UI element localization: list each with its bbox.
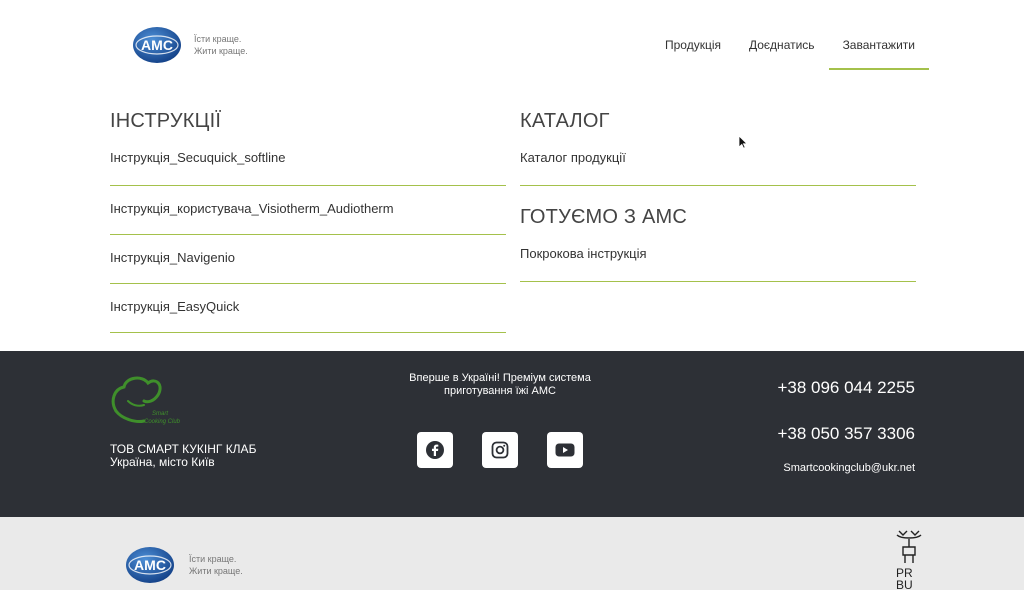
smart-cooking-club-logo[interactable]: Smart Cooking Club — [108, 371, 192, 431]
tagline-line2: Жити краще. — [194, 46, 248, 56]
amc-logo[interactable]: AMC Їсти краще. Жити краще. — [132, 26, 248, 64]
phone-1[interactable]: +38 096 044 2255 — [777, 378, 915, 398]
site-footer: Smart Cooking Club ТОВ СМАРТ КУКІНГ КЛАБ… — [0, 351, 1024, 517]
slogan-line2: приготування їжі АМС — [444, 385, 556, 397]
doc-link-visiotherm[interactable]: Інструкція_користувача_Visiotherm_Audiot… — [110, 186, 506, 235]
main-nav: Продукція Доєднатись Завантажити — [637, 38, 930, 70]
nav-products[interactable]: Продукція — [665, 38, 721, 52]
tagline-line1: Їсти краще. — [194, 34, 242, 44]
doc-link-catalog[interactable]: Каталог продукції — [520, 136, 916, 186]
instructions-section: ІНСТРУКЦІЇ Інструкція_Secuquick_softline… — [110, 106, 506, 333]
facebook-button[interactable] — [417, 432, 453, 468]
catalog-section: КАТАЛОГ Каталог продукції ГОТУЄМО З АМС … — [520, 106, 916, 282]
bottom-amc-logo[interactable]: AMC Їсти краще. Жити краще. — [125, 546, 243, 584]
tagline: Їсти краще. Жити краще. — [194, 33, 248, 57]
cooking-section: ГОТУЄМО З АМС Покрокова інструкція — [520, 202, 916, 282]
prbu-logo[interactable]: PR BU — [893, 525, 925, 590]
company-location: Україна, місто Київ — [110, 455, 215, 469]
bottom-tagline-line2: Жити краще. — [189, 566, 243, 576]
instagram-icon — [491, 441, 509, 459]
email-link[interactable]: Smartcookingclub@ukr.net — [783, 462, 915, 474]
amc-logo-text: AMC — [141, 37, 173, 53]
doc-link-navigenio[interactable]: Інструкція_Navigenio — [110, 235, 506, 284]
doc-link-easyquick[interactable]: Інструкція_EasyQuick — [110, 284, 506, 333]
site-header: AMC Їсти краще. Жити краще. Продукція До… — [0, 0, 1024, 90]
phone-2[interactable]: +38 050 357 3306 — [777, 424, 915, 444]
instructions-title: ІНСТРУКЦІЇ — [110, 110, 222, 132]
nav-downloads[interactable]: Завантажити — [828, 38, 930, 70]
bottom-tagline-line1: Їсти краще. — [189, 554, 237, 564]
youtube-icon — [555, 443, 575, 457]
bottom-tagline: Їсти краще. Жити краще. — [189, 553, 243, 577]
amc-logo-icon: AMC — [133, 27, 181, 63]
doc-link-step-by-step[interactable]: Покрокова інструкція — [520, 232, 916, 282]
social-links — [417, 432, 612, 468]
bottom-bar: AMC Їсти краще. Жити краще. PR BU — [0, 517, 1024, 590]
facebook-icon — [426, 441, 444, 459]
catalog-title: КАТАЛОГ — [520, 110, 610, 132]
club-logo-text-2: Cooking Club — [144, 419, 181, 425]
slogan-line1: Вперше в Україні! Преміум система — [409, 372, 591, 384]
footer-slogan: Вперше в Україні! Преміум система пригот… — [380, 372, 620, 398]
bottom-logo-text: AMC — [134, 557, 166, 573]
amc-logo-icon: AMC — [126, 547, 174, 583]
cooking-title: ГОТУЄМО З АМС — [520, 206, 688, 228]
instagram-button[interactable] — [482, 432, 518, 468]
prbu-text-2: BU — [896, 578, 913, 590]
mouse-cursor-icon — [738, 135, 748, 149]
company-info: ТОВ СМАРТ КУКІНГ КЛАБ Україна, місто Киї… — [110, 443, 256, 469]
nav-join[interactable]: Доєднатись — [749, 38, 815, 52]
youtube-button[interactable] — [547, 432, 583, 468]
club-logo-text-1: Smart — [152, 411, 168, 417]
doc-link-secuquick[interactable]: Інструкція_Secuquick_softline — [110, 136, 506, 186]
